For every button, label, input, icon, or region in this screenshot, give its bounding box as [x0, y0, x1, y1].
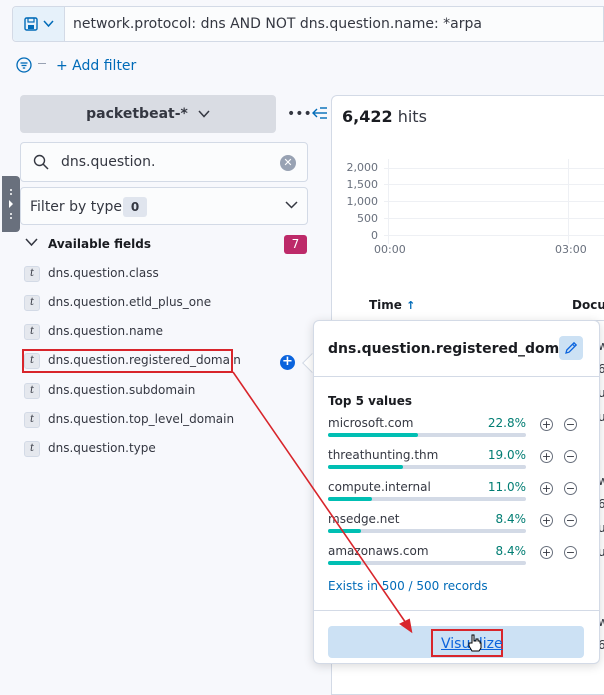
annotation-arrow	[232, 371, 413, 634]
hand-cursor-icon	[468, 634, 482, 652]
